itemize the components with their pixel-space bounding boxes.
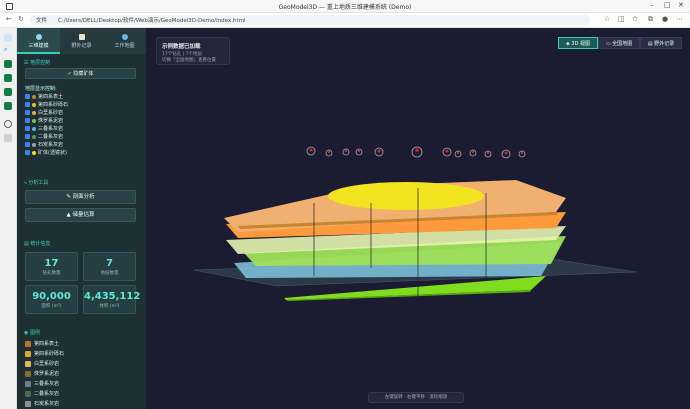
map-icon bbox=[121, 34, 128, 40]
panel-tabs: 三维建模 野外记录 工作地图 bbox=[17, 28, 146, 54]
legend-item: 二叠系灰岩 bbox=[25, 390, 59, 398]
checkbox[interactable] bbox=[25, 118, 30, 123]
control-panel: 三维建模 野外记录 工作地图 ☰ 地层控制 ✓ 隐藏矿体 地层显示控制: 第四系… bbox=[17, 28, 146, 409]
address-bar-row: ← ↻ 文件 C:/Users/DELL/Desktop/软件/Web演示/Ge… bbox=[0, 13, 690, 28]
globe-icon[interactable] bbox=[4, 120, 12, 128]
layer-swatch bbox=[32, 126, 36, 131]
checkbox[interactable] bbox=[25, 126, 30, 131]
layer-list-title: 地层显示控制: bbox=[25, 86, 57, 92]
checkbox[interactable] bbox=[25, 102, 30, 107]
split-icon[interactable]: ◫ bbox=[618, 15, 625, 23]
refresh-icon[interactable]: ↻ bbox=[18, 15, 24, 23]
stat-card-boreholes: 17 钻孔数量 bbox=[25, 252, 78, 281]
stat-card-layers: 7 地层数量 bbox=[83, 252, 136, 281]
orebody-surface bbox=[328, 182, 484, 210]
layer-swatch bbox=[32, 102, 36, 107]
back-icon[interactable]: ← bbox=[6, 15, 12, 23]
more-icon[interactable]: ⋯ bbox=[676, 15, 683, 23]
layer-toggle[interactable]: 侏罗系泥岩 bbox=[25, 118, 63, 125]
layer-toggle[interactable]: 矿体(透镜状) bbox=[25, 150, 67, 157]
url-text[interactable]: C:/Users/DELL/Desktop/软件/Web演示/GeoModel3… bbox=[58, 16, 246, 24]
stat-card-area: 90,000 面积 (m²) bbox=[25, 285, 78, 314]
tab-field-records[interactable]: 野外记录 bbox=[60, 28, 103, 54]
layer-section-title: ☰ 地层控制 bbox=[24, 60, 51, 66]
layer-toggle[interactable]: 第四系砂砾石 bbox=[25, 102, 68, 109]
excel-icon[interactable] bbox=[4, 60, 12, 68]
collections-icon[interactable]: ⧉ bbox=[648, 15, 653, 24]
checkbox[interactable] bbox=[25, 142, 30, 147]
tab-modeling[interactable]: 三维建模 bbox=[17, 28, 60, 54]
layer-swatch bbox=[32, 94, 36, 99]
hide-orebody-button[interactable]: ✓ 隐藏矿体 bbox=[25, 68, 136, 79]
mouse-hint: 左键旋转 · 右键平移 · 滚轮缩放 bbox=[368, 392, 464, 403]
layer-toggle[interactable]: 石炭系灰岩 bbox=[25, 142, 63, 149]
excel-icon[interactable] bbox=[4, 74, 12, 82]
layer-swatch bbox=[32, 134, 36, 139]
legend-section-title: ◉ 图例 bbox=[24, 330, 40, 336]
star-icon[interactable]: ☆ bbox=[604, 15, 610, 23]
legend-item: 第四系表土 bbox=[25, 340, 59, 348]
legend-item: 三叠系灰岩 bbox=[25, 380, 59, 388]
info-line: 切换「全国地图」查看位置 bbox=[162, 58, 216, 63]
national-map-button[interactable]: ▭ 全国地图 bbox=[598, 37, 640, 49]
layer-swatch bbox=[32, 118, 36, 123]
analysis-section-title: ⤷ 分析工具 bbox=[24, 180, 49, 186]
legend-item: 第四系砂砾石 bbox=[25, 350, 64, 358]
legend-item: 石炭系灰岩 bbox=[25, 400, 59, 408]
browser-sidebar: ⌕ bbox=[0, 28, 17, 409]
checkbox[interactable] bbox=[25, 134, 30, 139]
reserve-estimate-button[interactable]: ▲ 储量估算 bbox=[25, 208, 136, 222]
info-title: 示例数据已加载 bbox=[162, 44, 201, 50]
layer-swatch bbox=[32, 150, 36, 155]
minimize-icon[interactable]: – bbox=[650, 1, 654, 9]
tab-work-map[interactable]: 工作地图 bbox=[103, 28, 146, 54]
search-icon[interactable]: ⌕ bbox=[4, 46, 12, 54]
browser-window: GeoModel3D — 重上地质三维建模系统 (Demo) – □ ✕ ← ↻… bbox=[0, 0, 690, 409]
profile-icon[interactable]: ● bbox=[662, 15, 668, 23]
layer-toggle[interactable]: 三叠系灰岩 bbox=[25, 126, 63, 133]
notebook-icon bbox=[78, 34, 85, 40]
legend-item: 侏罗系泥岩 bbox=[25, 370, 59, 378]
field-records-button[interactable]: ▤ 野外记录 bbox=[640, 37, 682, 49]
section-analysis-button[interactable]: ✎ 剖面分析 bbox=[25, 190, 136, 204]
excel-icon[interactable] bbox=[4, 88, 12, 96]
layer-toggle[interactable]: 第四系表土 bbox=[25, 94, 63, 101]
layer-toggle[interactable]: 白垩系砂岩 bbox=[25, 110, 63, 117]
layer-swatch bbox=[32, 110, 36, 115]
maximize-icon[interactable]: □ bbox=[664, 1, 671, 9]
checkbox[interactable] bbox=[25, 94, 30, 99]
close-icon[interactable]: ✕ bbox=[678, 1, 684, 9]
excel-icon[interactable] bbox=[4, 102, 12, 110]
title-bar: GeoModel3D — 重上地质三维建模系统 (Demo) – □ ✕ bbox=[0, 0, 690, 13]
layer-swatch bbox=[32, 142, 36, 147]
stats-section-title: ▤ 统计信息 bbox=[24, 241, 51, 247]
tool-icon[interactable] bbox=[4, 134, 12, 142]
stat-card-volume: 4,435,112 体积 (m³) bbox=[83, 285, 140, 314]
file-scheme-label: 文件 bbox=[36, 18, 48, 24]
checkbox[interactable] bbox=[25, 110, 30, 115]
data-loaded-card: 示例数据已加载 17个钻孔 | 7个地层 切换「全国地图」查看位置 bbox=[156, 37, 230, 65]
layer-toggle[interactable]: 二叠系灰岩 bbox=[25, 134, 63, 141]
tab-actions-icon[interactable] bbox=[4, 34, 12, 42]
checkbox[interactable] bbox=[25, 150, 30, 155]
window-title: GeoModel3D — 重上地质三维建模系统 (Demo) bbox=[278, 4, 412, 11]
legend-item: 白垩系砂岩 bbox=[25, 360, 59, 368]
favorites-icon[interactable]: ✩ bbox=[632, 15, 638, 23]
3d-viewport[interactable]: 示例数据已加载 17个钻孔 | 7个地层 切换「全国地图」查看位置 ◈ 3D 视… bbox=[146, 28, 690, 409]
cube-icon bbox=[35, 34, 42, 40]
view-3d-button[interactable]: ◈ 3D 视图 bbox=[558, 37, 598, 49]
geology-model[interactable] bbox=[146, 28, 690, 409]
